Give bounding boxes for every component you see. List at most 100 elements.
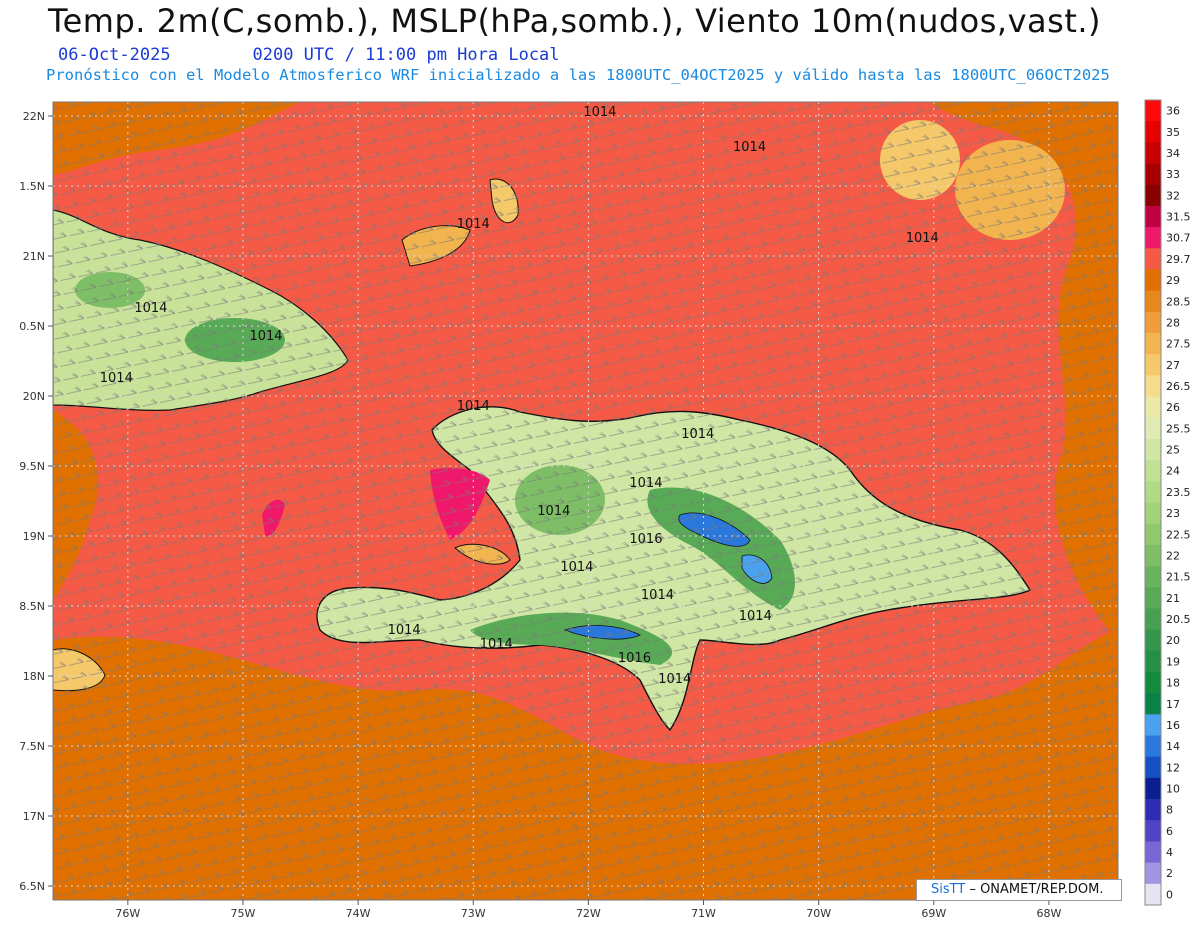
- colorbar-swatch: [1145, 142, 1161, 164]
- colorbar-swatch: [1145, 227, 1161, 249]
- lat-tick-label: 0.5N: [19, 320, 45, 333]
- lon-tick-label: 72W: [576, 907, 601, 920]
- lon-tick-label: 71W: [691, 907, 716, 920]
- isobar-label: 1014: [681, 427, 714, 442]
- colorbar-label: 10: [1166, 782, 1180, 795]
- colorbar-label: 25.5: [1166, 422, 1191, 435]
- lon-tick-label: 68W: [1036, 907, 1061, 920]
- forecast-time: 0200 UTC / 11:00 pm Hora Local: [252, 45, 560, 65]
- lat-tick-label: 17N: [23, 810, 45, 823]
- colorbar-swatch: [1145, 587, 1161, 609]
- colorbar-label: 29.7: [1166, 253, 1191, 266]
- lon-tick-label: 70W: [806, 907, 831, 920]
- wind-barbs: [53, 102, 1118, 900]
- colorbar-label: 17: [1166, 698, 1180, 711]
- map-field: 1014 1014 1014 1014 1014 1014 1014 1014 1014 1014…: [53, 102, 1118, 900]
- lat-tick-label: 7.5N: [19, 740, 45, 753]
- colorbar-swatch: [1145, 799, 1161, 821]
- colorbar-label: 23: [1166, 507, 1180, 520]
- colorbar-swatch: [1145, 883, 1161, 906]
- colorbar-label: 24: [1166, 465, 1180, 478]
- colorbar-swatch: [1145, 163, 1161, 186]
- lat-tick-label: 22N: [23, 110, 45, 123]
- colorbar-label: 23.5: [1166, 486, 1191, 499]
- isobar-label: 1014: [100, 371, 133, 386]
- colorbar-swatch: [1145, 671, 1161, 694]
- colorbar-swatch: [1145, 311, 1161, 334]
- colorbar-label: 22.5: [1166, 528, 1191, 541]
- isobar-label: 1014: [641, 588, 674, 603]
- colorbar-label: 26: [1166, 401, 1180, 414]
- lat-tick-label: 21N: [23, 250, 45, 263]
- map-title: Temp. 2m(C,somb.), MSLP(hPa,somb.), Vien…: [48, 2, 1102, 40]
- colorbar-label: 35: [1166, 126, 1180, 139]
- colorbar-swatch: [1145, 777, 1161, 800]
- colorbar-swatch: [1145, 417, 1161, 440]
- isobar-label: 1016: [629, 532, 662, 547]
- isobar-label: 1014: [739, 609, 772, 624]
- isobar-label: 1014: [537, 504, 570, 519]
- credit-org: – ONAMET/REP.DOM.: [969, 882, 1104, 897]
- isobar-label: 1014: [249, 329, 282, 344]
- longitude-axis: 76W 75W 74W 73W 72W 71W 70W 69W 68W: [115, 900, 1061, 920]
- colorbar-label: 27: [1166, 359, 1180, 372]
- colorbar-label: 20.5: [1166, 613, 1191, 626]
- isobar-label: 1014: [457, 217, 490, 232]
- colorbar-swatch: [1145, 438, 1161, 461]
- latitude-axis: 22N 1.5N 21N 0.5N 20N 9.5N 19N 8.5N 18N 7.5N 17N 6.…: [19, 110, 53, 893]
- colorbar-swatch: [1145, 396, 1161, 419]
- colorbar-label: 2: [1166, 867, 1173, 880]
- colorbar-swatch: [1145, 290, 1161, 313]
- lat-tick-label: 18N: [23, 670, 45, 683]
- lon-tick-label: 76W: [115, 907, 140, 920]
- lon-tick-label: 73W: [461, 907, 486, 920]
- lon-tick-label: 69W: [921, 907, 946, 920]
- colorbar-label: 28: [1166, 316, 1180, 329]
- colorbar-label: 33: [1166, 168, 1180, 181]
- lat-tick-label: 19N: [23, 530, 45, 543]
- colorbar-swatch: [1145, 650, 1161, 673]
- lon-tick-label: 74W: [346, 907, 371, 920]
- colorbar-swatch: [1145, 184, 1161, 207]
- colorbar-swatch: [1145, 354, 1161, 376]
- isobar-label: 1014: [480, 637, 513, 652]
- colorbar-swatch: [1145, 566, 1161, 588]
- model-description: Pronóstico con el Modelo Atmosferico WRF…: [46, 66, 1110, 84]
- colorbar-swatch: [1145, 333, 1161, 355]
- colorbar-swatch: [1145, 481, 1161, 503]
- colorbar-label: 4: [1166, 846, 1173, 859]
- colorbar-label: 25: [1166, 444, 1180, 457]
- colorbar-label: 27.5: [1166, 338, 1191, 351]
- colorbar-label: 14: [1166, 740, 1180, 753]
- colorbar-label: 12: [1166, 761, 1180, 774]
- isobar-label: 1014: [658, 672, 691, 687]
- colorbar-swatch: [1145, 205, 1161, 228]
- colorbar-swatch: [1145, 735, 1161, 758]
- colorbar-label: 20: [1166, 634, 1180, 647]
- colorbar-swatch: [1145, 460, 1161, 482]
- colorbar-label: 21: [1166, 592, 1180, 605]
- colorbar-swatch: [1145, 629, 1161, 652]
- colorbar-swatch: [1145, 714, 1161, 736]
- colorbar-label: 34: [1166, 147, 1180, 160]
- colorbar-swatch: [1145, 841, 1161, 864]
- forecast-map: 1014101410141014101410141014101410141014…: [19, 99, 1191, 920]
- credit-box: SisTT – ONAMET/REP.DOM.: [916, 879, 1122, 901]
- colorbar-label: 21.5: [1166, 571, 1191, 584]
- colorbar-swatch: [1145, 502, 1161, 525]
- colorbar-label: 8: [1166, 804, 1173, 817]
- colorbar-label: 22: [1166, 549, 1180, 562]
- colorbar-swatch: [1145, 608, 1161, 631]
- credit-brand: SisTT: [931, 882, 966, 897]
- isobar-label: 1016: [618, 651, 651, 666]
- colorbar-label: 30.7: [1166, 232, 1191, 245]
- valid-time: 06-Oct-2025 0200 UTC / 11:00 pm Hora Loc…: [58, 45, 560, 65]
- colorbar-label: 26.5: [1166, 380, 1191, 393]
- lat-tick-label: 9.5N: [19, 460, 45, 473]
- colorbar-label: 32: [1166, 189, 1180, 202]
- colorbar-swatch: [1145, 523, 1161, 546]
- isobar-label: 1014: [134, 301, 167, 316]
- colorbar-label: 31.5: [1166, 211, 1191, 224]
- colorbar-label: 28.5: [1166, 295, 1191, 308]
- colorbar-swatch: [1145, 248, 1161, 270]
